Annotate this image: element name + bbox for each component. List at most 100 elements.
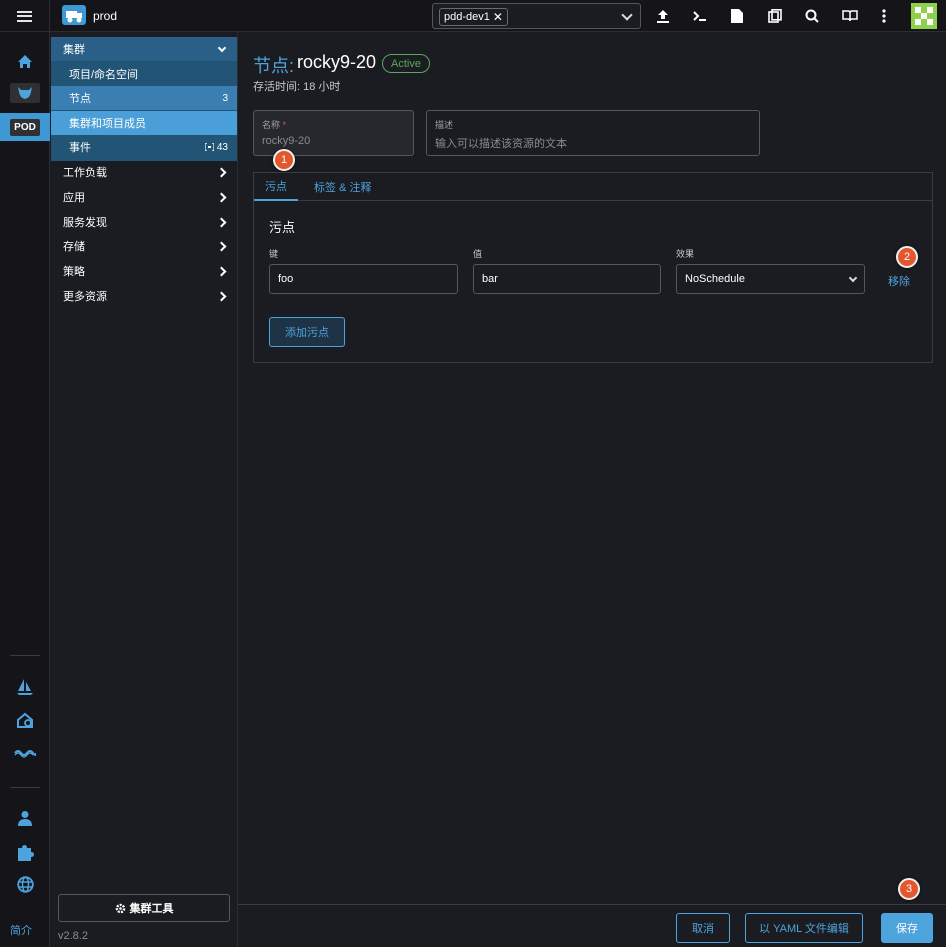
menu-button[interactable]	[0, 0, 50, 32]
kubectl-shell-icon[interactable]	[690, 6, 710, 26]
events-count: 43	[216, 141, 228, 153]
nav-item-count: 43	[204, 141, 228, 153]
page-title: rocky9-20	[297, 52, 377, 72]
nav-item-projects-namespaces[interactable]: 项目/命名空间	[51, 62, 237, 86]
nav-item-count: 3	[222, 92, 228, 104]
nav-item-label: 策略	[63, 266, 85, 278]
chevron-down-icon	[217, 43, 227, 52]
nav-item-workloads[interactable]: 工作负载	[51, 160, 237, 184]
main-content: 节点: rocky9-20 Active 存活时间: 18 小时 名称 * ro…	[238, 32, 946, 904]
globe-icon[interactable]	[0, 873, 50, 895]
step-marker-3: 3	[898, 878, 920, 900]
taint-key-input[interactable]: foo	[269, 264, 458, 294]
name-field-value: rocky9-20	[262, 135, 311, 147]
cluster-logo-icon	[62, 5, 86, 25]
nav-item-label: 项目/命名空间	[69, 69, 139, 81]
taint-key-label: 键	[269, 249, 279, 259]
avatar[interactable]	[911, 3, 937, 29]
description-field[interactable]: 描述 输入可以描述该资源的文本	[426, 110, 760, 156]
nav-group-label: 集群	[63, 44, 85, 56]
nav-item-events[interactable]: 事件 43	[51, 135, 237, 159]
cluster-tools-button[interactable]: 集群工具	[58, 894, 230, 922]
name-field: 名称 * rocky9-20	[253, 110, 414, 156]
nav-item-storage[interactable]: 存储	[51, 234, 237, 258]
step-marker-2: 2	[896, 246, 918, 268]
nav-item-label: 集群和项目成员	[69, 118, 146, 130]
pod-badge: POD	[10, 118, 40, 136]
page-title-prefix[interactable]: 节点:	[253, 52, 294, 78]
namespace-filter-select[interactable]: pdd-dev1 ✕	[432, 3, 641, 29]
nav-item-apps[interactable]: 应用	[51, 185, 237, 209]
close-icon[interactable]: ✕	[493, 10, 503, 24]
chevron-right-icon	[216, 266, 227, 276]
chevron-right-icon	[216, 241, 227, 251]
taint-effect-value: NoSchedule	[685, 273, 745, 285]
tab-taints[interactable]: 污点	[254, 173, 298, 201]
about-link[interactable]: 简介	[10, 922, 32, 938]
nav-item-label: 存储	[63, 241, 85, 253]
top-bar: prod pdd-dev1 ✕	[0, 0, 946, 32]
book-icon[interactable]	[840, 6, 860, 26]
nav-item-label: 服务发现	[63, 217, 107, 229]
rail-divider	[10, 655, 40, 656]
taints-section-title: 污点	[269, 220, 296, 235]
copy-kubeconfig-icon[interactable]	[765, 6, 785, 26]
nav-item-nodes[interactable]: 节点 3	[51, 86, 237, 110]
hamburger-icon	[17, 10, 32, 22]
pod-product-item[interactable]: POD	[0, 116, 50, 138]
remove-taint-button[interactable]: 移除	[888, 273, 910, 289]
nav-item-label: 节点	[69, 93, 91, 105]
search-icon[interactable]	[802, 6, 822, 26]
more-vertical-icon[interactable]	[874, 6, 894, 26]
namespace-chip[interactable]: pdd-dev1 ✕	[439, 8, 508, 26]
description-field-label: 描述	[435, 120, 454, 130]
gear-icon	[115, 903, 125, 913]
tab-labels-annotations[interactable]: 标签 & 注释	[314, 173, 371, 201]
edit-as-yaml-button[interactable]: 以 YAML 文件编辑	[745, 913, 863, 943]
taint-effect-select[interactable]: NoSchedule	[676, 264, 865, 294]
namespace-chip-label: pdd-dev1	[444, 11, 490, 23]
nav-item-label: 事件	[69, 142, 91, 154]
namespaced-icon	[204, 143, 214, 151]
footer-actions: 取消 以 YAML 文件编辑 保存	[238, 904, 946, 947]
cluster-tools-label: 集群工具	[129, 903, 174, 915]
cluster-explorer-icon[interactable]	[0, 82, 50, 104]
user-icon[interactable]	[0, 807, 50, 829]
status-badge: Active	[382, 54, 430, 73]
import-yaml-icon[interactable]	[653, 6, 673, 26]
chevron-right-icon	[216, 217, 227, 227]
nav-item-label: 应用	[63, 192, 85, 204]
side-navigation: 集群 项目/命名空间 节点 3 集群和项目成员 事件 43 工作负载 应用 服务…	[51, 32, 238, 947]
version-label[interactable]: v2.8.2	[58, 930, 88, 942]
nav-group-header-cluster[interactable]: 集群	[51, 37, 237, 61]
taint-value-label: 值	[473, 249, 483, 259]
nav-item-service-discovery[interactable]: 服务发现	[51, 210, 237, 234]
product-rail: POD 简介	[0, 32, 50, 947]
nav-item-more-resources[interactable]: 更多资源	[51, 284, 237, 308]
description-field-placeholder[interactable]: 输入可以描述该资源的文本	[435, 135, 751, 151]
cancel-button[interactable]: 取消	[676, 913, 730, 943]
chevron-right-icon	[216, 192, 227, 202]
cluster-name[interactable]: prod	[93, 9, 117, 23]
name-field-label: 名称 *	[262, 120, 287, 130]
taint-effect-label: 效果	[676, 249, 695, 259]
nav-item-label: 更多资源	[63, 291, 107, 303]
tabs-container: 污点 标签 & 注释 污点 键 值 效果 foo bar NoSchedule …	[253, 172, 933, 363]
nav-item-cluster-members[interactable]: 集群和项目成员	[51, 111, 237, 135]
add-taint-button[interactable]: 添加污点	[269, 317, 345, 347]
chevron-down-icon	[621, 9, 633, 21]
download-kubeconfig-icon[interactable]	[727, 6, 747, 26]
fleet-icon[interactable]	[0, 742, 50, 764]
chevron-right-icon	[216, 167, 227, 177]
save-button[interactable]: 保存	[881, 913, 933, 943]
storage-icon[interactable]	[0, 709, 50, 731]
sailboat-icon[interactable]	[0, 676, 50, 698]
age-label: 存活时间: 18 小时	[253, 81, 341, 93]
taint-value-input[interactable]: bar	[473, 264, 661, 294]
chevron-down-icon	[848, 273, 858, 283]
rail-divider	[10, 787, 40, 788]
nav-item-label: 工作负载	[63, 167, 107, 179]
puzzle-extensions-icon[interactable]	[0, 841, 50, 863]
nav-item-policy[interactable]: 策略	[51, 259, 237, 283]
home-icon[interactable]	[0, 50, 50, 72]
